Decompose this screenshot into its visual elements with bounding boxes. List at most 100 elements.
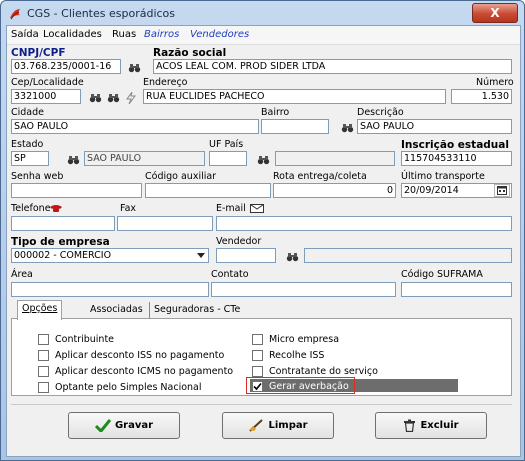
simples-nacional-checkbox[interactable]: Optante pelo Simples Nacional (38, 382, 202, 393)
locality-search-button[interactable] (105, 90, 122, 105)
cep-search-button[interactable] (87, 90, 104, 105)
tipo-select[interactable]: 000002 - COMERCIO (11, 248, 209, 263)
bairro-search-button[interactable] (339, 120, 356, 135)
cep-input[interactable]: 3321000 (11, 89, 81, 104)
desconto-iss-checkbox[interactable]: Aplicar desconto ISS no pagamento (38, 350, 224, 361)
chevron-down-icon (197, 253, 205, 258)
binoculars-icon (341, 123, 354, 132)
cep-label: Cep/Localidade (11, 77, 84, 88)
razao-input[interactable]: ACOS LEAL COM. PROD SIDER LTDA (153, 59, 512, 74)
limpar-button[interactable]: Limpar (222, 412, 334, 439)
ultimo-date-value: 20/09/2014 (404, 185, 459, 196)
fax-label: Fax (120, 203, 137, 214)
email-input[interactable] (216, 216, 512, 231)
email-label: E-mail (216, 203, 246, 214)
menu-saida[interactable]: Saída (11, 29, 39, 40)
endereco-input[interactable]: RUA EUCLIDES PACHECO (143, 89, 446, 104)
codigo-aux-input[interactable] (145, 183, 271, 198)
calendar-button[interactable] (494, 184, 510, 197)
tab-seguradoras[interactable]: Seguradoras - CTe (149, 302, 244, 318)
cnpj-input[interactable]: 03.768.235/0001-16 (11, 59, 121, 74)
cidade-label: Cidade (11, 107, 44, 118)
desconto-icms-checkbox[interactable]: Aplicar desconto ICMS no pagamento (38, 366, 233, 377)
vendedor-label: Vendedor (216, 236, 262, 247)
telefone-input[interactable] (11, 216, 115, 231)
contato-label: Contato (211, 269, 249, 280)
binoculars-icon (67, 155, 80, 164)
codigo-aux-label: Código auxiliar (145, 171, 217, 182)
contribuinte-checkbox[interactable]: Contribuinte (38, 334, 114, 345)
rota-input[interactable]: 0 (273, 183, 396, 198)
numero-label: Número (476, 77, 514, 88)
gravar-button[interactable]: Gravar (68, 412, 180, 439)
menu-vendedores[interactable]: Vendedores (190, 29, 249, 40)
vendedor-nome-display (304, 248, 512, 263)
fax-input[interactable] (117, 216, 213, 231)
contribuinte-label: Contribuinte (55, 334, 115, 345)
uf-pais-nome-display (275, 151, 395, 166)
ultimo-label: Último transporte (401, 171, 485, 182)
recolhe-iss-label: Recolhe ISS (269, 350, 325, 361)
senha-input[interactable] (11, 183, 142, 198)
checkbox-box (38, 350, 49, 361)
bairro-input[interactable] (261, 119, 329, 134)
numero-input[interactable]: 1.530 (451, 89, 512, 104)
estado-nome-display: SAO PAULO (84, 151, 205, 166)
area-input[interactable] (11, 282, 209, 297)
descricao-input[interactable]: SAO PAULO (357, 119, 512, 134)
inscricao-input[interactable]: 115704533110 (401, 151, 512, 166)
menu-ruas[interactable]: Ruas (112, 29, 136, 40)
uf-pais-search-button[interactable] (255, 152, 272, 167)
options-panel: Contribuinte Aplicar desconto ISS no pag… (11, 318, 512, 396)
contato-input[interactable] (211, 282, 396, 297)
tab-opcoes[interactable]: Opções (17, 300, 63, 320)
suframa-input[interactable] (401, 282, 512, 297)
button-bar: Gravar Limpar Excluir (11, 404, 512, 439)
bairro-label: Bairro (261, 107, 290, 118)
trash-icon (404, 419, 416, 432)
razao-label: Razão social (153, 47, 227, 59)
vendedor-search-button[interactable] (284, 249, 301, 264)
envelope-icon (250, 204, 264, 213)
tab-associadas-label: Associadas (90, 304, 143, 315)
lightning-icon (125, 91, 136, 104)
checkbox-box (38, 382, 49, 393)
options-tab-control: Opções Associadas Seguradoras - CTe Cont… (11, 298, 512, 396)
lightning-button[interactable] (122, 90, 139, 105)
descricao-label: Descrição (357, 107, 404, 118)
uf-pais-label: UF País (209, 139, 244, 150)
tab-associadas[interactable]: Associadas (86, 302, 147, 318)
vendedor-input[interactable] (216, 248, 276, 263)
cidade-input[interactable]: SAO PAULO (11, 119, 259, 134)
gerar-averbacao-label: Gerar averbação (269, 381, 349, 392)
tipo-value: 000002 - COMERCIO (14, 250, 112, 261)
checkbox-box-checked (252, 381, 263, 392)
checkmark-icon (253, 382, 262, 391)
menu-localidades[interactable]: Localidades (43, 29, 102, 40)
window-title: CGS - Clientes esporádicos (27, 7, 176, 20)
excluir-label: Excluir (420, 420, 459, 431)
cnpj-search-button[interactable] (126, 60, 143, 75)
excluir-button[interactable]: Excluir (375, 412, 487, 439)
estado-input[interactable]: SP (11, 151, 49, 166)
binoculars-icon (257, 155, 270, 164)
close-button[interactable]: X (472, 3, 518, 23)
micro-empresa-checkbox[interactable]: Micro empresa (252, 334, 339, 345)
uf-pais-input[interactable] (209, 151, 247, 166)
recolhe-iss-checkbox[interactable]: Recolhe ISS (252, 350, 324, 361)
estado-search-button[interactable] (65, 152, 82, 167)
gravar-label: Gravar (114, 420, 154, 431)
menu-bar: Saída Localidades Ruas Bairros Vendedore… (7, 26, 520, 45)
limpar-label: Limpar (268, 420, 308, 431)
tab-opcoes-label: Opções (22, 303, 58, 314)
endereco-label: Endereço (143, 77, 188, 88)
checkbox-box (38, 334, 49, 345)
suframa-label: Código SUFRAMA (401, 269, 483, 280)
gerar-averbacao-checkbox[interactable]: Gerar averbação (252, 381, 349, 392)
phone-icon (50, 205, 62, 212)
estado-label: Estado (11, 139, 44, 150)
title-bar[interactable]: CGS - Clientes esporádicos X (1, 1, 524, 27)
contratante-checkbox[interactable]: Contratante do serviço (252, 366, 378, 377)
tipo-label: Tipo de empresa (11, 236, 110, 248)
menu-bairros[interactable]: Bairros (144, 29, 179, 40)
